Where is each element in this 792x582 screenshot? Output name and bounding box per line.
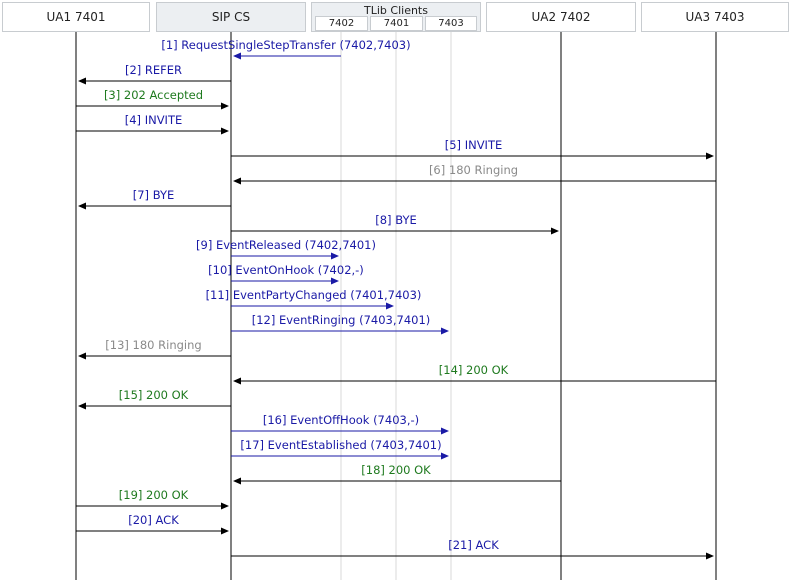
arrowhead (221, 502, 229, 510)
message-6: [6] 180 Ringing (233, 163, 716, 185)
message-label: [13] 180 Ringing (105, 338, 201, 352)
arrowhead (386, 302, 394, 310)
arrowhead (221, 527, 229, 535)
message-label: [16] EventOffHook (7403,-) (263, 413, 419, 427)
message-4: [4] INVITE (76, 113, 229, 135)
arrowhead (441, 427, 449, 435)
message-13: [13] 180 Ringing (78, 338, 231, 360)
message-12: [12] EventRinging (7403,7401) (231, 313, 449, 335)
arrowhead (706, 552, 714, 560)
message-20: [20] ACK (76, 513, 229, 535)
arrowhead (441, 452, 449, 460)
message-label: [1] RequestSingleStepTransfer (7402,7403… (161, 38, 410, 52)
arrowhead (78, 202, 86, 210)
arrowhead (221, 102, 229, 110)
arrowhead (331, 252, 339, 260)
message-label: [10] EventOnHook (7402,-) (208, 263, 364, 277)
message-label: [8] BYE (375, 213, 417, 227)
participant-ua3: UA3 7403 (641, 2, 789, 32)
arrowhead (233, 177, 241, 185)
diagram-canvas: [1] RequestSingleStepTransfer (7402,7403… (75, 32, 717, 580)
message-label: [6] 180 Ringing (429, 163, 518, 177)
message-label: [11] EventPartyChanged (7401,7403) (206, 288, 422, 302)
message-label: [17] EventEstablished (7403,7401) (240, 438, 441, 452)
tlib-client-7401: 7401 (370, 16, 423, 31)
message-18: [18] 200 OK (233, 463, 561, 485)
message-label: [12] EventRinging (7403,7401) (252, 313, 431, 327)
message-label: [14] 200 OK (439, 363, 509, 377)
arrowhead (78, 77, 86, 85)
arrowhead (441, 327, 449, 335)
message-3: [3] 202 Accepted (76, 88, 229, 110)
message-2: [2] REFER (78, 63, 231, 85)
tlib-client-7403: 7403 (425, 16, 477, 31)
message-label: [7] BYE (133, 188, 175, 202)
message-label: [3] 202 Accepted (104, 88, 203, 102)
arrowhead (706, 152, 714, 160)
message-21: [21] ACK (231, 538, 714, 560)
message-label: [18] 200 OK (361, 463, 431, 477)
arrowhead (331, 277, 339, 285)
message-label: [4] INVITE (125, 113, 183, 127)
sequence-diagram: [1] RequestSingleStepTransfer (7402,7403… (0, 0, 792, 582)
message-7: [7] BYE (78, 188, 231, 210)
arrowhead (233, 377, 241, 385)
message-label: [9] EventReleased (7402,7401) (196, 238, 376, 252)
message-5: [5] INVITE (231, 138, 714, 160)
message-label: [15] 200 OK (119, 388, 189, 402)
message-8: [8] BYE (231, 213, 559, 235)
message-label: [19] 200 OK (119, 488, 189, 502)
arrowhead (78, 402, 86, 410)
message-label: [5] INVITE (445, 138, 503, 152)
arrowhead (78, 352, 86, 360)
arrowhead (221, 127, 229, 135)
arrowhead (233, 52, 241, 60)
arrowhead (233, 477, 241, 485)
participant-sipcs: SIP CS (156, 2, 306, 32)
message-14: [14] 200 OK (233, 363, 716, 385)
message-15: [15] 200 OK (78, 388, 231, 410)
message-9: [9] EventReleased (7402,7401) (196, 238, 376, 260)
tlib-client-7402: 7402 (315, 16, 368, 31)
participant-ua1: UA1 7401 (2, 2, 150, 32)
message-label: [2] REFER (125, 63, 182, 77)
message-17: [17] EventEstablished (7403,7401) (231, 438, 449, 460)
message-1: [1] RequestSingleStepTransfer (7402,7403… (161, 38, 411, 60)
message-label: [21] ACK (448, 538, 499, 552)
message-label: [20] ACK (128, 513, 179, 527)
arrowhead (551, 227, 559, 235)
message-16: [16] EventOffHook (7403,-) (231, 413, 449, 435)
message-10: [10] EventOnHook (7402,-) (208, 263, 364, 285)
message-19: [19] 200 OK (76, 488, 229, 510)
participant-ua2: UA2 7402 (486, 2, 636, 32)
message-11: [11] EventPartyChanged (7401,7403) (206, 288, 422, 310)
